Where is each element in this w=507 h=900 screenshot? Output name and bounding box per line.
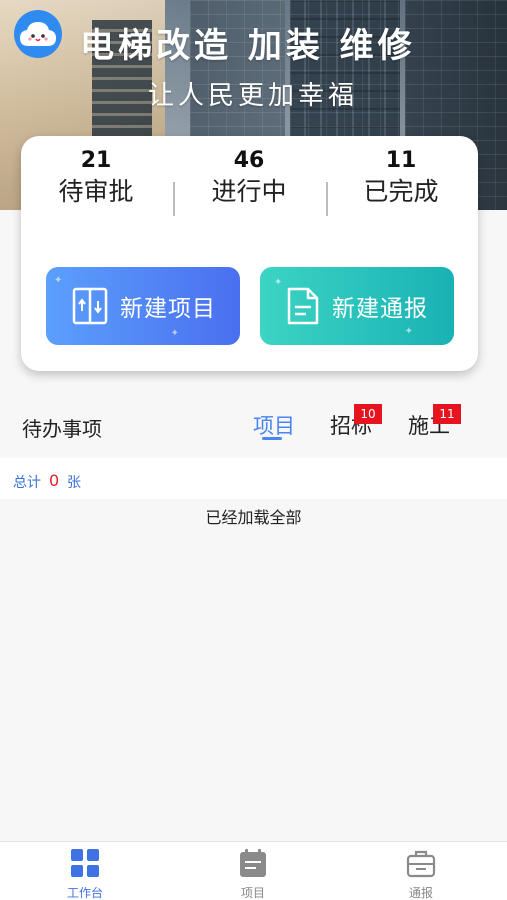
load-complete-text: 已经加载全部 — [205, 508, 302, 527]
stat-value: 11 — [385, 148, 417, 173]
new-report-label: 新建通报 — [332, 296, 428, 322]
stat-label: 进行中 — [211, 177, 287, 206]
bidding-count-badge: 10 — [354, 404, 382, 424]
stat-value: 46 — [233, 148, 265, 173]
nav-label: 通报 — [408, 886, 433, 900]
tab-project[interactable]: 项目 — [253, 410, 295, 440]
total-label: 总计 — [13, 475, 41, 491]
nav-report[interactable]: 通报 — [381, 848, 461, 900]
todo-title: 待办事项 — [22, 417, 102, 441]
nav-workbench[interactable]: 工作台 — [45, 848, 125, 900]
construction-count-badge: 11 — [433, 404, 461, 424]
bottom-nav: 工作台 项目 通报 — [0, 841, 507, 900]
stat-label: 待审批 — [58, 177, 134, 206]
stat-label: 已完成 — [363, 177, 439, 206]
calendar-icon — [238, 849, 268, 882]
stat-pending[interactable]: 21 待审批 — [21, 146, 171, 208]
active-tab-indicator — [262, 437, 282, 440]
total-summary: 总计 0 张 — [0, 466, 507, 499]
stat-value: 21 — [80, 148, 112, 173]
stats-card: 21 待审批 46 进行中 11 已完成 ✦ ✦ 新建项目 ✦ ✦ 新建通报 — [21, 136, 478, 371]
app-title: 电梯改造 加装 维修 — [80, 26, 416, 66]
briefcase-icon — [406, 850, 436, 882]
cloud-mascot-icon — [14, 10, 62, 58]
elevator-icon — [72, 287, 108, 325]
total-count: 0 — [49, 471, 60, 490]
new-project-label: 新建项目 — [120, 296, 216, 322]
new-project-button[interactable]: ✦ ✦ 新建项目 — [46, 267, 240, 345]
stat-in-progress[interactable]: 46 进行中 — [174, 146, 324, 208]
stat-completed[interactable]: 11 已完成 — [326, 146, 476, 208]
document-icon — [286, 287, 320, 325]
nav-project[interactable]: 项目 — [213, 848, 293, 900]
app-subtitle: 让人民更加幸福 — [148, 81, 359, 111]
nav-label: 工作台 — [66, 886, 103, 900]
list-header-strip — [0, 458, 507, 466]
dashboard-grid-icon — [70, 849, 100, 882]
nav-label: 项目 — [240, 886, 265, 900]
total-unit: 张 — [67, 475, 81, 491]
new-report-button[interactable]: ✦ ✦ 新建通报 — [260, 267, 454, 345]
